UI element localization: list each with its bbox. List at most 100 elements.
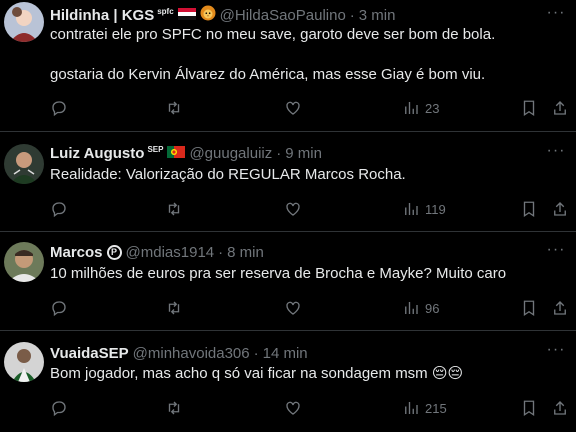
user-handle[interactable]: @mdias1914	[126, 244, 215, 261]
reply-icon	[52, 301, 66, 317]
action-bar: 23	[50, 98, 570, 118]
tweet-header: Hildinha | KGS spfc @HildaSaoPaulino · 3…	[50, 5, 536, 25]
lion-icon	[200, 5, 216, 25]
reply-button[interactable]	[50, 199, 68, 219]
views-icon	[405, 203, 418, 215]
timestamp[interactable]: 3 min	[359, 7, 396, 24]
tweet-4[interactable]: VuaidaSEP @minhavoida306 · 14 min ··· Bo…	[0, 331, 576, 432]
views-icon	[405, 302, 418, 314]
views-count: 96	[425, 300, 440, 316]
tweet-text-line: 10 milhões de euros pra ser reserva de B…	[50, 265, 507, 282]
share-button[interactable]	[551, 398, 569, 418]
bookmark-button[interactable]	[520, 398, 538, 418]
avatar[interactable]	[4, 242, 44, 282]
user-handle[interactable]: @minhavoida306	[133, 345, 250, 362]
more-options-icon[interactable]: ···	[546, 342, 566, 363]
share-button[interactable]	[551, 199, 569, 219]
tweet-text-line: Realidade: Valorização do REGULAR Marcos…	[50, 166, 406, 183]
tweet-1[interactable]: Hildinha | KGS spfc @HildaSaoPaulino · 3…	[0, 0, 576, 132]
views-count: 119	[425, 201, 446, 217]
retweet-button[interactable]	[165, 98, 183, 118]
share-icon	[554, 101, 566, 115]
bookmark-icon	[523, 100, 535, 117]
tweet-header: VuaidaSEP @minhavoida306 · 14 min	[50, 343, 536, 363]
name-tag: spfc	[157, 6, 174, 16]
user-handle[interactable]: @HildaSaoPaulino	[220, 7, 346, 24]
bookmark-button[interactable]	[520, 199, 538, 219]
more-options-icon[interactable]: ···	[546, 143, 566, 164]
display-name[interactable]: Luiz Augusto	[50, 145, 144, 162]
heart-icon	[286, 401, 300, 415]
retweet-button[interactable]	[165, 298, 183, 318]
heart-icon	[286, 202, 300, 216]
name-tag: SEP	[147, 144, 164, 154]
share-icon	[554, 401, 566, 415]
views-button[interactable]: 119	[402, 199, 446, 219]
tweet-2[interactable]: Luiz Augusto SEP @guugaluiiz · 9 min ···…	[0, 132, 576, 232]
timestamp[interactable]: 8 min	[227, 244, 264, 261]
tweet-text: 10 milhões de euros pra ser reserva de B…	[50, 264, 556, 284]
like-button[interactable]	[284, 298, 302, 318]
tweet-header: Luiz Augusto SEP @guugaluiiz · 9 min	[50, 143, 536, 163]
timestamp[interactable]: 9 min	[285, 145, 322, 162]
reply-icon	[52, 101, 66, 117]
like-button[interactable]	[284, 98, 302, 118]
palmeiras-badge-icon: P	[106, 244, 122, 260]
reply-button[interactable]	[50, 98, 68, 118]
bookmark-button[interactable]	[520, 298, 538, 318]
heart-icon	[286, 301, 300, 315]
retweet-button[interactable]	[165, 398, 183, 418]
retweet-icon	[168, 401, 180, 415]
like-button[interactable]	[284, 199, 302, 219]
views-button[interactable]: 96	[402, 298, 439, 318]
reply-icon	[52, 401, 66, 417]
action-bar: 215	[50, 398, 570, 418]
display-name[interactable]: VuaidaSEP	[50, 345, 129, 362]
retweet-button[interactable]	[165, 199, 183, 219]
tweet-3[interactable]: Marcos P @mdias1914 · 8 min ··· 10 milhõ…	[0, 232, 576, 331]
timestamp[interactable]: 14 min	[263, 345, 308, 362]
share-icon	[554, 301, 566, 315]
views-icon	[405, 102, 418, 114]
views-icon	[405, 402, 418, 414]
display-name[interactable]: Marcos	[50, 244, 103, 261]
reply-button[interactable]	[50, 298, 68, 318]
separator-dot: ·	[276, 144, 282, 162]
user-handle[interactable]: @guugaluiiz	[189, 145, 272, 162]
more-options-icon[interactable]: ···	[546, 242, 566, 263]
avatar[interactable]	[4, 2, 44, 42]
tweet-text-line: gostaria do Kervin Álvarez do América, m…	[50, 66, 486, 83]
separator-dot: ·	[349, 6, 355, 24]
action-bar: 119	[50, 199, 570, 219]
bookmark-button[interactable]	[520, 98, 538, 118]
flag-icon	[177, 7, 196, 24]
heart-icon	[286, 101, 300, 115]
reply-button[interactable]	[50, 398, 68, 418]
reply-icon	[52, 202, 66, 218]
views-button[interactable]: 215	[402, 398, 447, 418]
views-count: 215	[425, 400, 447, 416]
retweet-icon	[168, 202, 180, 216]
flag-icon	[167, 145, 186, 162]
bookmark-icon	[523, 300, 535, 317]
tweet-text-line: contratei ele pro SPFC no meu save, garo…	[50, 26, 496, 43]
bookmark-icon	[523, 201, 535, 218]
tweet-header: Marcos P @mdias1914 · 8 min	[50, 242, 536, 262]
action-bar: 96	[50, 298, 570, 318]
avatar[interactable]	[4, 144, 44, 184]
retweet-icon	[168, 301, 180, 315]
views-count: 23	[425, 100, 440, 116]
reply-feed: Hildinha | KGS spfc @HildaSaoPaulino · 3…	[0, 0, 576, 432]
share-button[interactable]	[551, 98, 569, 118]
tweet-text: Bom jogador, mas acho q só vai ficar na …	[50, 364, 556, 384]
share-button[interactable]	[551, 298, 569, 318]
bookmark-icon	[523, 400, 535, 417]
views-button[interactable]: 23	[402, 98, 439, 118]
display-name[interactable]: Hildinha | KGS	[50, 7, 154, 24]
share-icon	[554, 202, 566, 216]
retweet-icon	[168, 101, 180, 115]
more-options-icon[interactable]: ···	[546, 5, 566, 26]
avatar[interactable]	[4, 342, 44, 382]
separator-dot: ·	[218, 243, 224, 261]
like-button[interactable]	[284, 398, 302, 418]
